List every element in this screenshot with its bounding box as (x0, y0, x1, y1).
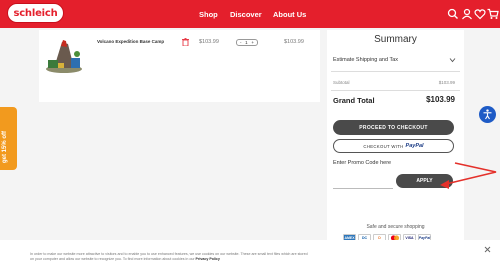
cookie-text: In order to make our website more attrac… (30, 252, 450, 262)
logo-text: schleich (13, 7, 58, 19)
cart-item-panel: Volcano Expedition Base Camp $103.99 - 1… (39, 30, 320, 102)
grand-total-value: $103.99 (426, 95, 455, 104)
heart-icon[interactable] (474, 8, 486, 20)
unit-price: $103.99 (199, 39, 219, 45)
paypal-checkout-button[interactable]: CHECKOUT WITH PayPal (333, 139, 454, 153)
divider (331, 71, 460, 72)
qty-increase-button[interactable]: + (251, 40, 254, 45)
discount-tab-label: get 15% off (2, 130, 8, 163)
nav-discover[interactable]: Discover (230, 10, 262, 19)
paypal-prefix: CHECKOUT WITH (363, 143, 404, 149)
proceed-to-checkout-button[interactable]: PROCEED TO CHECKOUT (333, 120, 454, 135)
discount-side-tab[interactable]: get 15% off (0, 107, 17, 170)
accessibility-icon (483, 109, 492, 120)
close-icon[interactable] (484, 246, 491, 253)
promo-code-label: Enter Promo Code here (333, 160, 392, 166)
nav-shop[interactable]: Shop (199, 10, 218, 19)
paypal-logo: PayPal (405, 143, 424, 149)
site-header: schleich Shop Discover About Us (0, 0, 500, 28)
privacy-policy-link[interactable]: Privacy Policy (196, 257, 220, 261)
nav-about-us[interactable]: About Us (273, 10, 306, 19)
cookie-line-2-text: on your computer and allow our website t… (30, 257, 195, 262)
trash-icon[interactable] (182, 38, 189, 46)
search-icon[interactable] (447, 8, 459, 20)
chevron-down-icon[interactable] (449, 57, 456, 63)
grand-total-label: Grand Total (333, 96, 375, 105)
product-name[interactable]: Volcano Expedition Base Camp (97, 39, 164, 44)
accessibility-button[interactable] (479, 106, 496, 123)
subtotal-label: Subtotal (333, 80, 350, 85)
promo-code-input[interactable] (333, 174, 393, 189)
account-icon[interactable] (461, 8, 473, 20)
quantity-stepper[interactable]: - 1 + (236, 39, 258, 46)
qty-value[interactable]: 1 (245, 40, 248, 45)
apply-promo-button[interactable]: APPLY (396, 174, 453, 188)
divider (331, 90, 460, 91)
product-image[interactable] (44, 36, 84, 74)
cart-icon[interactable] (487, 8, 499, 20)
estimate-shipping-toggle[interactable]: Estimate Shipping and Tax (333, 57, 398, 63)
line-total-price: $103.99 (284, 39, 304, 45)
schleich-logo[interactable]: schleich (7, 3, 64, 23)
cookie-banner: In order to make our website more attrac… (0, 240, 500, 276)
subtotal-value: $103.99 (438, 80, 455, 85)
qty-decrease-button[interactable]: - (240, 40, 242, 45)
summary-title: Summary (374, 34, 417, 45)
cookie-line-2: on your computer and allow our website t… (30, 257, 450, 262)
secure-shopping-text: Safe and secure shopping (366, 224, 425, 230)
